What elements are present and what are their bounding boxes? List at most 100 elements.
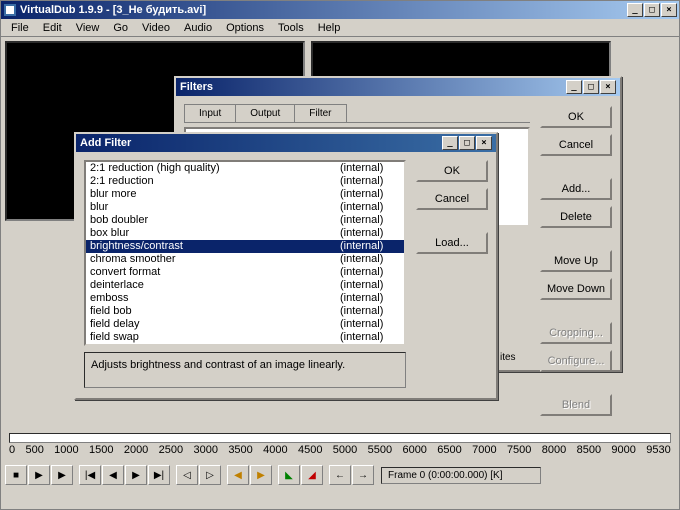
step-back-button[interactable]: ◀	[102, 465, 124, 485]
menu-help[interactable]: Help	[312, 20, 347, 36]
filters-minimize-button[interactable]: _	[566, 80, 582, 94]
key-prev-button[interactable]: ◁	[176, 465, 198, 485]
filter-row[interactable]: field swap(internal)	[86, 331, 404, 344]
filter-row[interactable]: fill(internal)	[86, 344, 404, 346]
minimize-button[interactable]: _	[627, 3, 643, 17]
filters-add-button[interactable]: Add...	[540, 178, 612, 200]
filters-cancel-button[interactable]: Cancel	[540, 134, 612, 156]
frame-status: Frame 0 (0:00:00.000) [K]	[381, 467, 541, 484]
filter-type: (internal)	[340, 331, 400, 344]
filter-name: fill	[90, 344, 340, 346]
goto-mark-in-button[interactable]: ←	[329, 465, 351, 485]
menubar: File Edit View Go Video Audio Options To…	[1, 19, 679, 37]
menu-audio[interactable]: Audio	[178, 20, 218, 36]
filter-row[interactable]: convert format(internal)	[86, 266, 404, 279]
ruler-tick: 0	[9, 444, 15, 456]
filter-row[interactable]: 2:1 reduction(internal)	[86, 175, 404, 188]
add-filter-title: Add Filter	[80, 137, 131, 149]
filter-name: field swap	[90, 331, 340, 344]
timeline-track[interactable]	[9, 433, 671, 443]
transport-toolbar: ■ ▶ ▶ |◀ ◀ ▶ ▶| ◁ ▷ ◀ ▶ ◣ ◢ ← → Frame 0 …	[5, 465, 541, 485]
addfilter-maximize-button[interactable]: □	[459, 136, 475, 150]
filter-name: blur	[90, 201, 340, 214]
main-titlebar: VirtualDub 1.9.9 - [3_Не будить.avi] _ □…	[1, 1, 679, 19]
tab-input[interactable]: Input	[184, 104, 236, 122]
filter-type: (internal)	[340, 162, 400, 175]
mark-in-button[interactable]: ◣	[278, 465, 300, 485]
ruler-tick: 5500	[368, 444, 392, 456]
filter-type: (internal)	[340, 253, 400, 266]
filters-status-fragment: ites	[500, 352, 516, 363]
add-filter-description: Adjusts brightness and contrast of an im…	[84, 352, 406, 388]
mark-out-button[interactable]: ◢	[301, 465, 323, 485]
goto-start-button[interactable]: |◀	[79, 465, 101, 485]
maximize-button[interactable]: □	[644, 3, 660, 17]
menu-go[interactable]: Go	[107, 20, 134, 36]
filters-maximize-button[interactable]: □	[583, 80, 599, 94]
filter-name: box blur	[90, 227, 340, 240]
menu-tools[interactable]: Tools	[272, 20, 310, 36]
filter-name: deinterlace	[90, 279, 340, 292]
menu-options[interactable]: Options	[220, 20, 270, 36]
ruler-tick: 7000	[472, 444, 496, 456]
ruler-tick: 2500	[159, 444, 183, 456]
goto-mark-out-button[interactable]: →	[352, 465, 374, 485]
filter-row[interactable]: bob doubler(internal)	[86, 214, 404, 227]
filter-type: (internal)	[340, 214, 400, 227]
filters-close-button[interactable]: ×	[600, 80, 616, 94]
add-filter-listbox[interactable]: 2:1 reduction (high quality)(internal)2:…	[84, 160, 406, 346]
filters-blend-button[interactable]: Blend	[540, 394, 612, 416]
ruler-tick: 5000	[333, 444, 357, 456]
filter-row[interactable]: box blur(internal)	[86, 227, 404, 240]
filter-type: (internal)	[340, 279, 400, 292]
menu-video[interactable]: Video	[136, 20, 176, 36]
filter-row[interactable]: emboss(internal)	[86, 292, 404, 305]
filter-row[interactable]: blur more(internal)	[86, 188, 404, 201]
tab-output[interactable]: Output	[235, 104, 295, 122]
filter-row[interactable]: deinterlace(internal)	[86, 279, 404, 292]
menu-file[interactable]: File	[5, 20, 35, 36]
filter-row[interactable]: brightness/contrast(internal)	[86, 240, 404, 253]
filters-moveup-button[interactable]: Move Up	[540, 250, 612, 272]
menu-view[interactable]: View	[70, 20, 106, 36]
addfilter-close-button[interactable]: ×	[476, 136, 492, 150]
filter-name: 2:1 reduction (high quality)	[90, 162, 340, 175]
ruler-tick: 6500	[437, 444, 461, 456]
filter-name: 2:1 reduction	[90, 175, 340, 188]
filters-configure-button[interactable]: Configure...	[540, 350, 612, 372]
tab-filter[interactable]: Filter	[294, 104, 346, 122]
ruler-tick: 8000	[542, 444, 566, 456]
filters-delete-button[interactable]: Delete	[540, 206, 612, 228]
filter-name: chroma smoother	[90, 253, 340, 266]
filters-ok-button[interactable]: OK	[540, 106, 612, 128]
main-window-controls: _ □ ×	[627, 3, 677, 17]
addfilter-cancel-button[interactable]: Cancel	[416, 188, 488, 210]
filters-movedown-button[interactable]: Move Down	[540, 278, 612, 300]
menu-edit[interactable]: Edit	[37, 20, 68, 36]
scene-next-button[interactable]: ▶	[250, 465, 272, 485]
close-button[interactable]: ×	[661, 3, 677, 17]
key-next-button[interactable]: ▷	[199, 465, 221, 485]
ruler-tick: 3000	[193, 444, 217, 456]
filter-row[interactable]: blur(internal)	[86, 201, 404, 214]
step-fwd-button[interactable]: ▶	[125, 465, 147, 485]
filter-type: (internal)	[340, 318, 400, 331]
scene-prev-button[interactable]: ◀	[227, 465, 249, 485]
ruler-tick: 3500	[228, 444, 252, 456]
addfilter-load-button[interactable]: Load...	[416, 232, 488, 254]
filter-row[interactable]: chroma smoother(internal)	[86, 253, 404, 266]
addfilter-ok-button[interactable]: OK	[416, 160, 488, 182]
ruler-tick: 2000	[124, 444, 148, 456]
filter-row[interactable]: field delay(internal)	[86, 318, 404, 331]
filter-name: brightness/contrast	[90, 240, 340, 253]
filter-row[interactable]: field bob(internal)	[86, 305, 404, 318]
play-input-button[interactable]: ▶	[28, 465, 50, 485]
filter-name: blur more	[90, 188, 340, 201]
addfilter-minimize-button[interactable]: _	[442, 136, 458, 150]
filter-row[interactable]: 2:1 reduction (high quality)(internal)	[86, 162, 404, 175]
timeline-ruler: 0500100015002000250030003500400045005000…	[9, 433, 671, 457]
filters-cropping-button[interactable]: Cropping...	[540, 322, 612, 344]
stop-button[interactable]: ■	[5, 465, 27, 485]
play-output-button[interactable]: ▶	[51, 465, 73, 485]
goto-end-button[interactable]: ▶|	[148, 465, 170, 485]
